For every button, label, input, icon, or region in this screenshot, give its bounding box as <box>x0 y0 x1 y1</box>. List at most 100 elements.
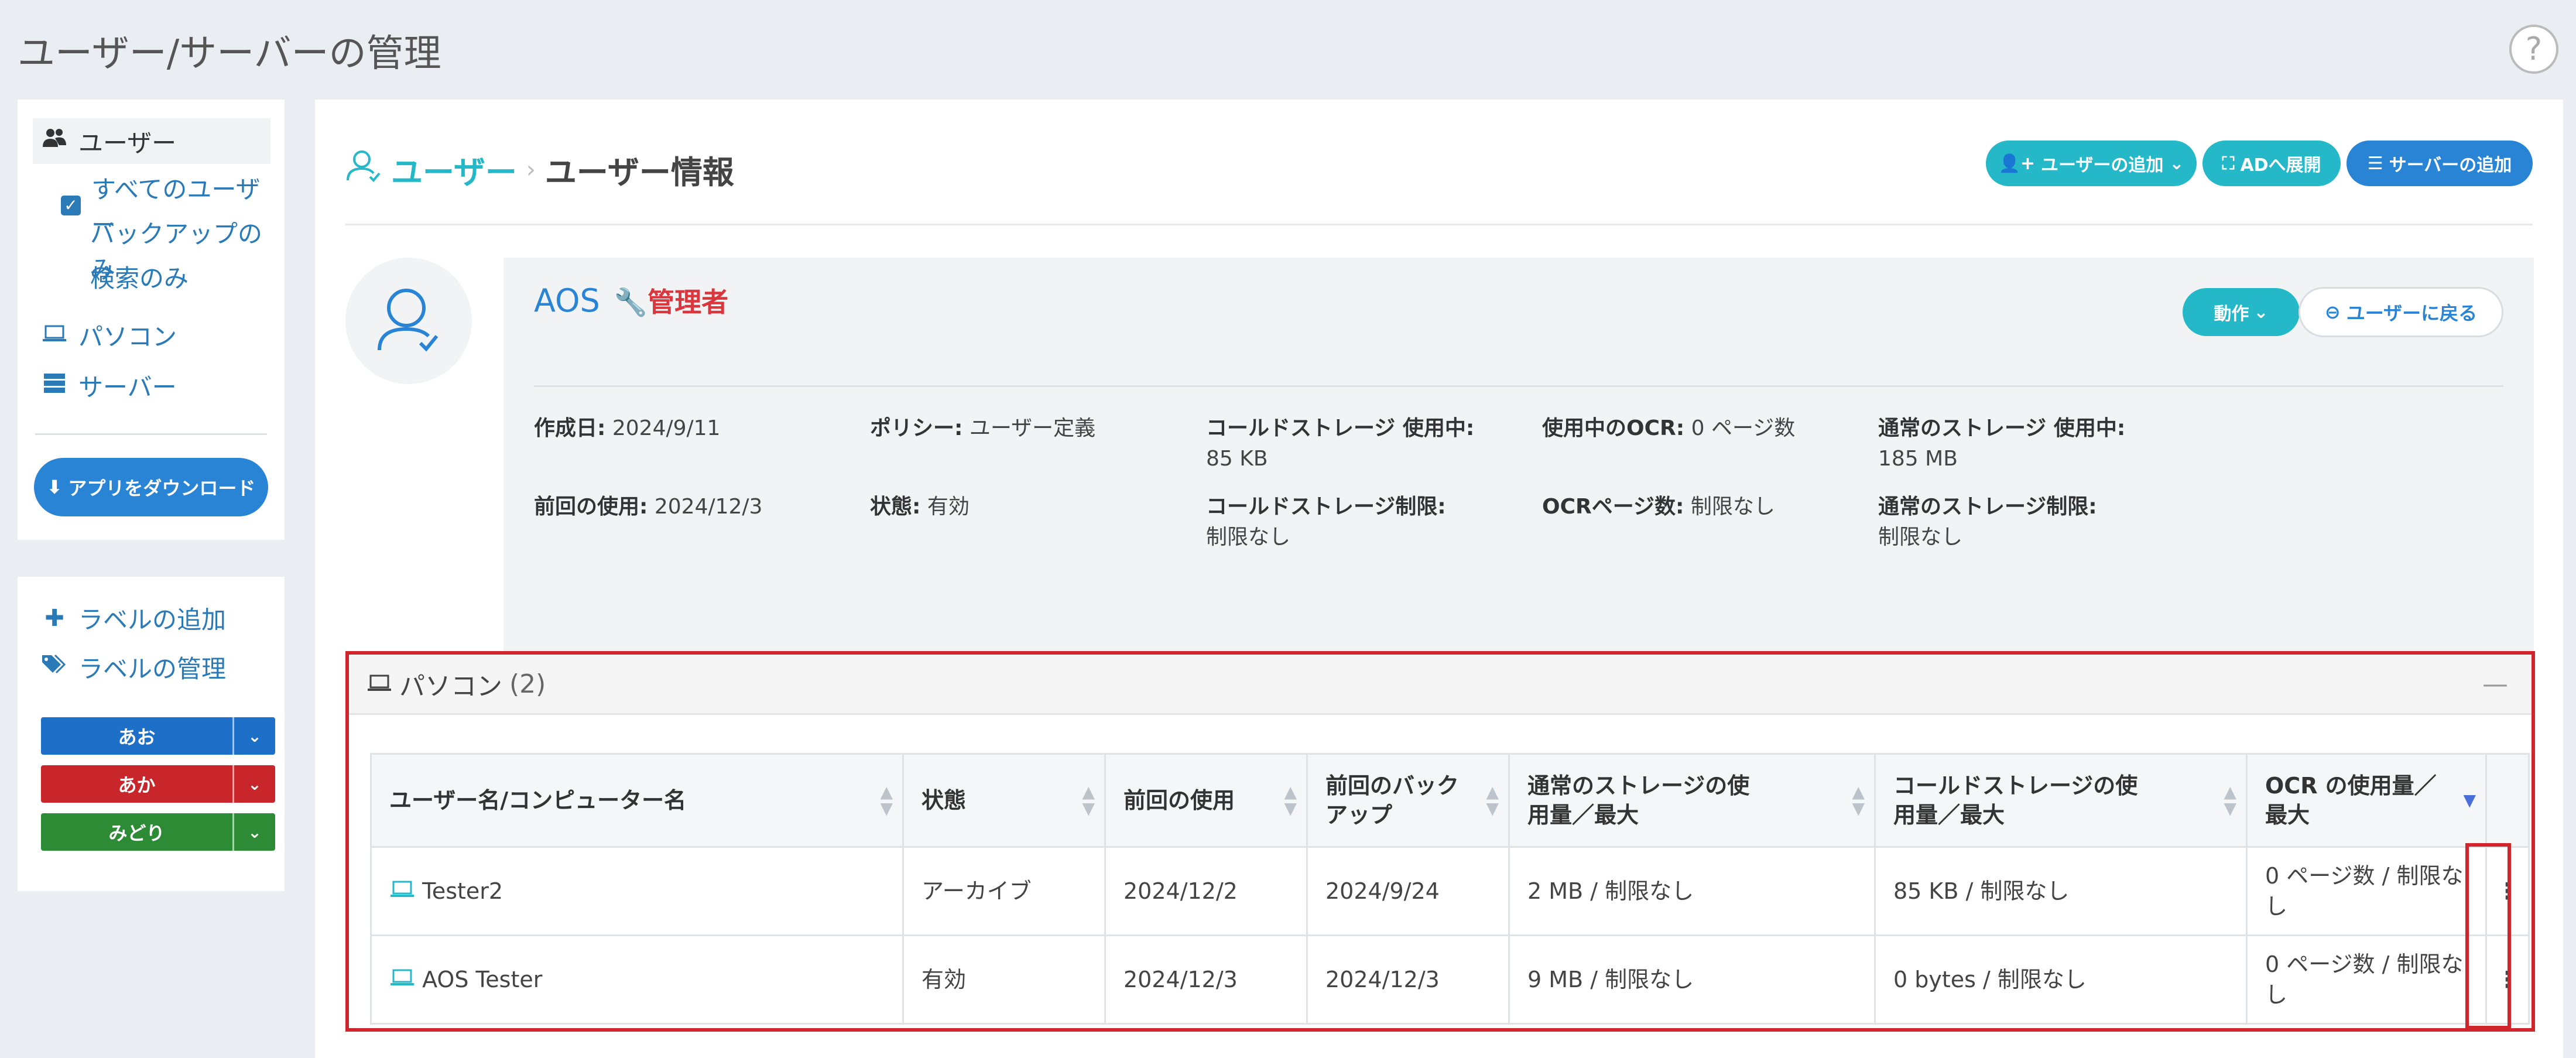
chevron-down-icon: ⌄ <box>2169 153 2184 174</box>
col-header-actions <box>2485 753 2530 848</box>
cold-limit-field: コールドストレージ制限: 制限なし <box>1206 492 1446 553</box>
collapse-icon[interactable]: — <box>2482 669 2508 699</box>
manage-labels-text: ラベルの管理 <box>78 655 227 683</box>
cold-limit-value: 制限なし <box>1206 525 1291 549</box>
user-info-box: AOS 🔧管理者 動作 ⌄ ⊖ ユーザーに戻る 作成日: 2024/9/11 前… <box>503 258 2534 703</box>
action-label: 動作 <box>2214 304 2249 324</box>
sidebar-nav: ユーザー ✓ すべてのユーザー バックアップのみ 検索のみ パソコン サーバー … <box>18 100 285 540</box>
download-app-button[interactable]: ⬇ アプリをダウンロード <box>34 458 268 516</box>
sort-icon: ▲ ▼ <box>1284 782 1297 818</box>
computers-panel: パソコン (2) — ユーザー名/コンピューター名 ▲ ▼ 状態 ▲ ▼ 前回の使用 ▲ ▼… <box>345 651 2535 1032</box>
cold-used-field: コールドストレージ 使用中: 85 KB <box>1206 413 1474 474</box>
server-icon: ☰ <box>2367 153 2383 174</box>
col-header-last-used[interactable]: 前回の使用 ▲ ▼ <box>1104 753 1308 848</box>
last-used-field: 前回の使用: 2024/12/3 <box>534 492 762 522</box>
server-icon <box>41 372 68 399</box>
arrow-left-circle-icon: ⊖ <box>2324 301 2341 323</box>
sort-icon: ▲ ▼ <box>880 782 893 818</box>
std-used-field: 通常のストレージ 使用中: 185 MB <box>1878 413 2125 474</box>
cell-name[interactable]: Tester2 <box>370 846 904 936</box>
computer-name: Tester2 <box>422 878 503 904</box>
chevron-down-icon[interactable]: ⌄ <box>232 765 275 803</box>
add-server-button[interactable]: ☰ サーバーの追加 <box>2347 141 2533 186</box>
admin-role: 管理者 <box>648 286 729 318</box>
sidebar-item-label: パソコン <box>78 323 177 351</box>
cell-ocr: 0 ページ数 / 制限なし <box>2246 846 2487 936</box>
table-row[interactable]: Tester2 アーカイブ 2024/12/2 2024/9/24 2 MB /… <box>370 846 2530 936</box>
col-header-name[interactable]: ユーザー名/コンピューター名 ▲ ▼ <box>370 753 904 848</box>
std-limit-value: 制限なし <box>1878 525 1963 549</box>
cell-status: 有効 <box>902 934 1106 1025</box>
last-used-label: 前回の使用: <box>534 495 648 519</box>
label-name: あか <box>118 774 156 796</box>
laptop-icon <box>366 669 392 699</box>
sidebar-item-pc[interactable]: パソコン <box>41 317 177 353</box>
help-icon[interactable]: ? <box>2509 25 2558 74</box>
user-name-text: AOS <box>534 282 600 319</box>
label-red-button[interactable]: あか ⌄ <box>41 765 275 803</box>
tags-icon <box>41 654 68 681</box>
computers-count: (2) <box>509 669 546 699</box>
cell-status: アーカイブ <box>902 846 1106 936</box>
admin-badge: 🔧管理者 <box>614 281 728 320</box>
label-green-button[interactable]: みどり ⌄ <box>41 813 275 851</box>
cell-cold-storage: 0 bytes / 制限なし <box>1874 934 2248 1025</box>
col-label: 通常のストレージの使用量／最大 <box>1527 773 1750 828</box>
add-user-button[interactable]: 👤+ ユーザーの追加 ⌄ <box>1986 141 2197 186</box>
add-label-link[interactable]: ✚ ラベルの追加 <box>41 600 226 636</box>
sitemap-icon: ⛶ <box>2222 153 2235 174</box>
laptop-icon <box>389 878 415 904</box>
manage-labels-link[interactable]: ラベルの管理 <box>41 649 226 685</box>
table-row[interactable]: AOS Tester 有効 2024/12/3 2024/12/3 9 MB /… <box>370 934 2530 1025</box>
sidebar-item-search-only[interactable]: 検索のみ <box>90 259 189 295</box>
ocr-pages-field: OCRページ数: 制限なし <box>1542 492 1775 522</box>
col-label: コールドストレージの使用量／最大 <box>1893 773 2138 828</box>
breadcrumb-users-link[interactable]: ユーザー <box>391 146 517 193</box>
laptop-icon <box>41 322 68 349</box>
deploy-ad-label: ADへ展開 <box>2240 155 2321 176</box>
std-limit-label: 通常のストレージ制限: <box>1878 495 2097 519</box>
chevron-down-icon[interactable]: ⌄ <box>232 813 275 851</box>
labels-panel: ✚ ラベルの追加 ラベルの管理 あお ⌄ あか ⌄ みどり ⌄ <box>18 577 285 891</box>
created-label: 作成日: <box>534 416 606 440</box>
sort-icon: ▲ ▼ <box>1082 782 1095 818</box>
cell-name[interactable]: AOS Tester <box>370 934 904 1025</box>
back-to-users-button[interactable]: ⊖ ユーザーに戻る <box>2298 287 2503 337</box>
sidebar-item-users[interactable]: ユーザー <box>33 118 270 164</box>
ocr-used-value: 0 ページ数 <box>1691 416 1796 440</box>
col-header-cold-storage[interactable]: コールドストレージの使用量／最大 ▲ ▼ <box>1874 753 2248 848</box>
ocr-used-field: 使用中のOCR: 0 ページ数 <box>1542 413 1795 444</box>
col-label: 前回の使用 <box>1123 787 1235 813</box>
computers-table: ユーザー名/コンピューター名 ▲ ▼ 状態 ▲ ▼ 前回の使用 ▲ ▼ 前回のバックアップ ▲… <box>370 753 2530 1025</box>
computers-header: パソコン (2) — <box>349 655 2532 715</box>
col-label: 前回のバックアップ <box>1325 773 1460 828</box>
col-header-last-backup[interactable]: 前回のバックアップ ▲ ▼ <box>1306 753 1510 848</box>
sidebar-item-server[interactable]: サーバー <box>41 368 177 403</box>
chevron-down-icon[interactable]: ⌄ <box>232 717 275 755</box>
plus-icon: ✚ <box>44 604 64 632</box>
add-user-label: ユーザーの追加 <box>2040 155 2164 176</box>
add-server-label: サーバーの追加 <box>2389 155 2512 176</box>
col-header-standard-storage[interactable]: 通常のストレージの使用量／最大 ▲ ▼ <box>1508 753 1876 848</box>
main-panel: ユーザー › ユーザー情報 👤+ ユーザーの追加 ⌄ ⛶ ADへ展開 ☰ サーバ… <box>315 100 2563 1058</box>
cell-cold-storage: 85 KB / 制限なし <box>1874 846 2248 936</box>
computers-title: パソコン <box>399 672 502 701</box>
policy-value: ユーザー定義 <box>969 416 1096 440</box>
label-blue-button[interactable]: あお ⌄ <box>41 717 275 755</box>
divider <box>35 433 267 435</box>
cell-standard-storage: 2 MB / 制限なし <box>1508 846 1876 936</box>
col-header-status[interactable]: 状態 ▲ ▼ <box>902 753 1106 848</box>
download-icon: ⬇ <box>46 476 63 498</box>
users-icon <box>41 128 68 155</box>
col-header-ocr[interactable]: OCR の使用量／最大 ▼ <box>2246 753 2487 848</box>
back-label: ユーザーに戻る <box>2346 302 2478 324</box>
checkbox-checked-icon[interactable]: ✓ <box>61 196 81 215</box>
wrench-icon: 🔧 <box>614 286 648 318</box>
divider <box>534 385 2503 387</box>
cold-used-value: 85 KB <box>1206 447 1268 471</box>
deploy-ad-button[interactable]: ⛶ ADへ展開 <box>2202 141 2341 186</box>
cold-used-label: コールドストレージ 使用中: <box>1206 416 1475 440</box>
action-button[interactable]: 動作 ⌄ <box>2183 288 2300 336</box>
std-used-value: 185 MB <box>1878 447 1958 471</box>
cold-limit-label: コールドストレージ制限: <box>1206 495 1446 519</box>
